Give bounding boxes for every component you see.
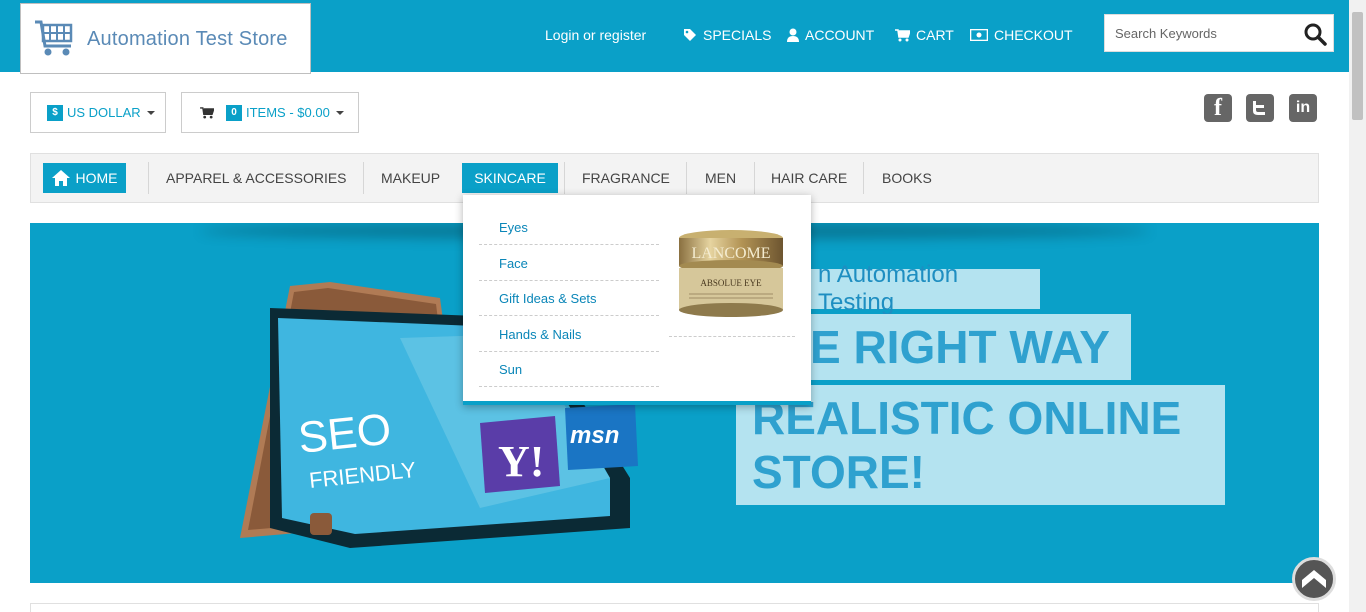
yahoo-tile-text: Y!	[498, 437, 544, 486]
nav-books[interactable]: BOOKS	[882, 154, 932, 202]
user-icon	[787, 28, 799, 42]
twitter-icon[interactable]	[1246, 94, 1274, 122]
cart-link[interactable]: CART	[895, 27, 954, 43]
product-name-text: ABSOLUE EYE	[700, 278, 762, 288]
hero-subtitle: n Automation Testing	[810, 261, 1040, 316]
currency-label: US DOLLAR	[67, 105, 141, 120]
account-label: ACCOUNT	[805, 27, 875, 43]
money-icon	[970, 29, 988, 41]
nav-divider	[686, 162, 687, 194]
msn-tile-text: msn	[570, 422, 619, 449]
back-to-top-button[interactable]	[1292, 557, 1336, 601]
cart-icon	[895, 28, 910, 41]
nav-makeup[interactable]: MAKEUP	[381, 154, 440, 202]
nav-home-label: HOME	[75, 170, 118, 186]
chevron-down-icon	[335, 110, 344, 115]
tag-icon	[684, 29, 696, 41]
screen-seo-text: SEO	[296, 405, 394, 463]
currency-symbol-badge: $	[47, 104, 63, 121]
product-brand-text: LANCOME	[691, 245, 770, 262]
product-jar-image[interactable]: LANCOME ABSOLUE EYE	[675, 228, 787, 320]
cart-label: CART	[916, 27, 954, 43]
cart-summary-dropdown[interactable]: 0 ITEMS - $0.00	[181, 92, 359, 133]
account-link[interactable]: ACCOUNT	[787, 27, 874, 43]
logo-cart-icon	[35, 20, 73, 56]
nav-apparel[interactable]: APPAREL & ACCESSORIES	[166, 154, 347, 202]
dropdown-item-eyes[interactable]: Eyes	[479, 210, 659, 245]
chevron-down-icon	[146, 110, 155, 115]
home-icon	[51, 170, 70, 186]
search-icon[interactable]	[1303, 22, 1327, 46]
store-logo[interactable]: Automation Test Store	[20, 3, 311, 74]
nav-divider	[564, 162, 565, 194]
chevron-up-icon	[1302, 570, 1326, 588]
product-divider	[669, 336, 795, 337]
search-box	[1104, 14, 1334, 52]
nav-home[interactable]: HOME	[43, 163, 126, 193]
nav-divider	[148, 162, 149, 194]
page-scrollbar[interactable]	[1349, 0, 1366, 612]
specials-label: SPECIALS	[703, 27, 772, 43]
cart-total-label: ITEMS - $0.00	[246, 105, 330, 120]
nav-divider	[754, 162, 755, 194]
top-header: Automation Test Store Login or register …	[0, 0, 1349, 74]
linkedin-icon[interactable]: in	[1289, 94, 1317, 122]
content-section-edge	[30, 603, 1319, 612]
search-input[interactable]	[1105, 15, 1295, 51]
dropdown-item-sun[interactable]: Sun	[479, 352, 659, 387]
login-register-link[interactable]: Login or register	[545, 27, 646, 43]
skincare-dropdown: Eyes Face Gift Ideas & Sets Hands & Nail…	[463, 195, 811, 405]
checkout-link[interactable]: CHECKOUT	[970, 27, 1073, 43]
cart-icon	[200, 106, 214, 119]
dropdown-item-hands-nails[interactable]: Hands & Nails	[479, 317, 659, 352]
dropdown-item-gift-ideas[interactable]: Gift Ideas & Sets	[479, 281, 659, 316]
cart-count-badge: 0	[226, 104, 242, 121]
nav-divider	[363, 162, 364, 194]
scrollbar-thumb[interactable]	[1352, 12, 1363, 120]
nav-divider	[863, 162, 864, 194]
hero-title-line1: E RIGHT WAY	[810, 314, 1131, 380]
specials-link[interactable]: SPECIALS	[683, 27, 771, 43]
checkout-label: CHECKOUT	[994, 27, 1073, 43]
currency-selector[interactable]: $ US DOLLAR	[30, 92, 166, 133]
nav-skincare[interactable]: SKINCARE	[462, 163, 558, 193]
logo-text: Automation Test Store	[87, 28, 288, 50]
page: Automation Test Store Login or register …	[0, 0, 1366, 612]
dropdown-item-face[interactable]: Face	[479, 246, 659, 281]
facebook-icon[interactable]: f	[1204, 94, 1232, 122]
